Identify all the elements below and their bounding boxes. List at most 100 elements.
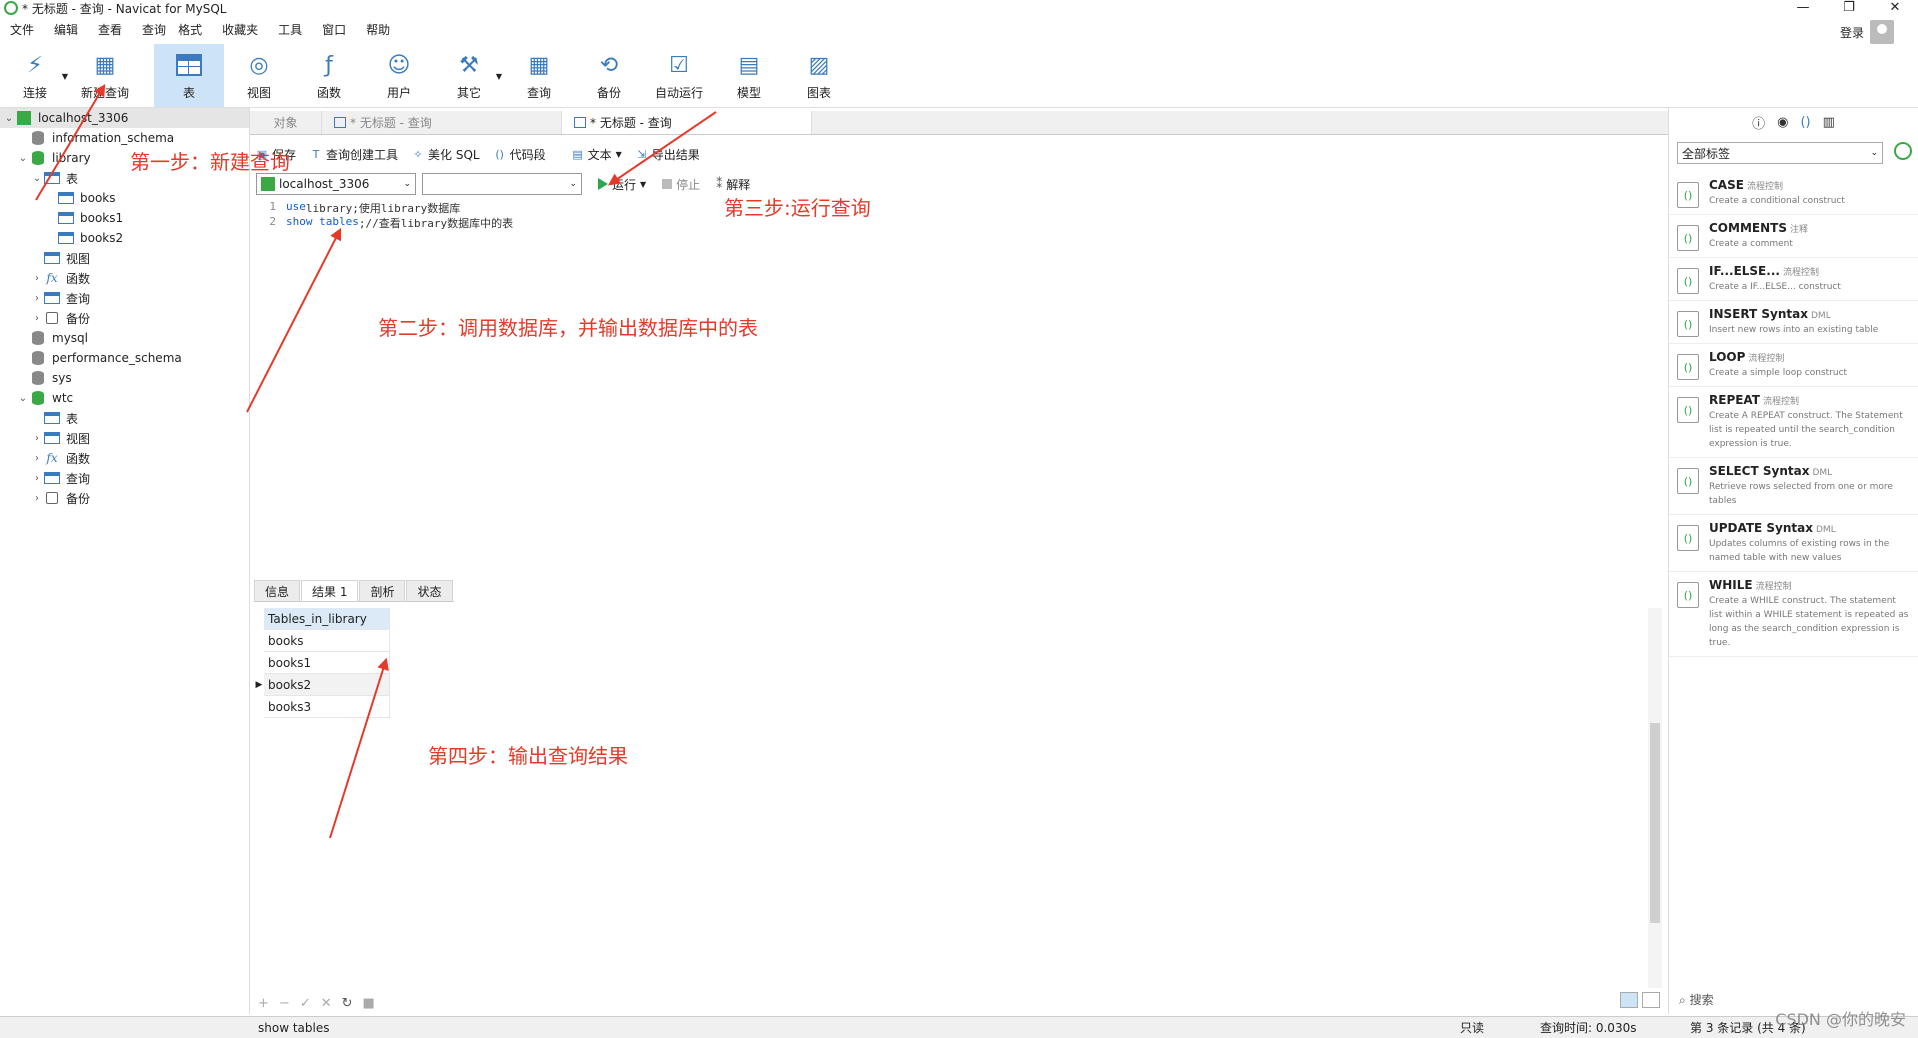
menu-file[interactable]: 文件: [0, 21, 44, 38]
snippet-item[interactable]: () REPEAT 流程控制 Create A REPEAT construct. T…: [1669, 387, 1918, 458]
snippet-item[interactable]: () INSERT Syntax DML Insert new rows into a…: [1669, 301, 1918, 344]
toolbar-automation-button[interactable]: ☑ 自动运行: [644, 44, 714, 107]
tree-item[interactable]: 表: [0, 408, 249, 428]
chevron-down-icon[interactable]: ⌄: [30, 173, 44, 184]
chevron-right-icon[interactable]: ›: [30, 453, 44, 464]
close-button[interactable]: ✕: [1872, 0, 1918, 16]
column-header[interactable]: Tables_in_library: [264, 608, 390, 630]
menu-edit[interactable]: 编辑: [44, 21, 88, 38]
sql-editor[interactable]: 1 use library;使用library数据库 2 show tables…: [250, 200, 1668, 574]
menu-tools[interactable]: 工具: [268, 21, 312, 38]
tree-item[interactable]: books2: [0, 228, 249, 248]
tag-filter-select[interactable]: 全部标签 ⌄: [1677, 142, 1883, 164]
snippet-search[interactable]: ⌕ 搜索: [1679, 991, 1714, 1008]
menu-format[interactable]: 格式: [168, 21, 212, 38]
chevron-down-icon[interactable]: ⌄: [16, 393, 30, 404]
add-record-icon[interactable]: +: [258, 996, 269, 1011]
add-snippet-icon[interactable]: [1894, 142, 1912, 160]
tab-status[interactable]: 状态: [406, 580, 453, 601]
table-row[interactable]: books3: [254, 696, 1654, 718]
connection-select[interactable]: localhost_3306 ⌄: [256, 173, 416, 195]
code-snippet-button[interactable]: () 代码段: [494, 146, 545, 163]
snippet-item[interactable]: () CASE 流程控制 Create a conditional construct: [1669, 172, 1918, 215]
grid-cell[interactable]: books1: [264, 652, 390, 674]
chevron-right-icon[interactable]: ›: [30, 293, 44, 304]
form-view-icon[interactable]: [1642, 992, 1660, 1008]
toolbar-model-button[interactable]: ▤ 模型: [714, 44, 784, 107]
chevron-right-icon[interactable]: ›: [30, 433, 44, 444]
tree-item[interactable]: › 备份: [0, 308, 249, 328]
query-builder-button[interactable]: T 查询创建工具: [310, 146, 398, 163]
chevron-down-icon[interactable]: ▼: [496, 72, 502, 81]
tab-info[interactable]: 信息: [254, 580, 301, 601]
snippet-item[interactable]: () COMMENTS 注释 Create a comment: [1669, 215, 1918, 258]
avatar[interactable]: [1870, 20, 1894, 44]
chevron-right-icon[interactable]: ›: [30, 493, 44, 504]
toolbar-new-query-button[interactable]: ▦ 新建查询: [70, 44, 140, 107]
login-area[interactable]: 登录: [1840, 20, 1894, 44]
tree-item[interactable]: › fx 函数: [0, 268, 249, 288]
table-row[interactable]: books: [254, 630, 1654, 652]
tree-item[interactable]: performance_schema: [0, 348, 249, 368]
table-row[interactable]: books1: [254, 652, 1654, 674]
toolbar-tools-button[interactable]: ⚒ 其它 ▼: [434, 44, 504, 107]
info-icon[interactable]: ⓘ: [1752, 113, 1765, 132]
chevron-down-icon[interactable]: ▼: [62, 72, 68, 81]
chevron-down-icon[interactable]: ⌄: [2, 113, 16, 124]
grid-icon[interactable]: ▥: [1823, 115, 1835, 130]
tree-item[interactable]: › 查询: [0, 468, 249, 488]
toolbar-function-button[interactable]: ƒ 函数: [294, 44, 364, 107]
explain-button[interactable]: ⁑ 解释: [716, 176, 750, 193]
tree-item[interactable]: › 视图: [0, 428, 249, 448]
grid-vertical-scrollbar[interactable]: [1648, 608, 1662, 988]
menu-help[interactable]: 帮助: [356, 21, 400, 38]
toolbar-table-button[interactable]: 表: [154, 44, 224, 107]
restore-button[interactable]: ❐: [1826, 0, 1872, 16]
toolbar-plug-button[interactable]: ⚡ 连接 ▼: [0, 44, 70, 107]
text-button[interactable]: ▤ 文本 ▼: [572, 146, 621, 163]
tree-item[interactable]: › 查询: [0, 288, 249, 308]
grid-cell[interactable]: books2: [264, 674, 390, 696]
toolbar-chart-button[interactable]: ▨ 图表: [784, 44, 854, 107]
tab-result-1[interactable]: 结果 1: [301, 580, 359, 601]
tree-item[interactable]: ⌄ localhost_3306: [0, 108, 249, 128]
snippet-item[interactable]: () IF...ELSE... 流程控制 Create a IF...ELSE... …: [1669, 258, 1918, 301]
snippet-item[interactable]: () SELECT Syntax DML Retrieve rows selected…: [1669, 458, 1918, 515]
snippet-item[interactable]: () WHILE 流程控制 Create a WHILE construct. The…: [1669, 572, 1918, 657]
tab-query-2[interactable]: * 无标题 - 查询: [562, 111, 812, 134]
tree-item[interactable]: information_schema: [0, 128, 249, 148]
toolbar-backup-button[interactable]: ⟲ 备份: [574, 44, 644, 107]
beautify-sql-button[interactable]: ✧ 美化 SQL: [412, 146, 479, 163]
toolbar-view-button[interactable]: ◎ 视图: [224, 44, 294, 107]
toolbar-query-button[interactable]: ▦ 查询: [504, 44, 574, 107]
tree-item[interactable]: ⌄ wtc: [0, 388, 249, 408]
tree-item[interactable]: 视图: [0, 248, 249, 268]
toolbar-user-button[interactable]: ☺ 用户: [364, 44, 434, 107]
chevron-right-icon[interactable]: ›: [30, 313, 44, 324]
tab-query-1[interactable]: * 无标题 - 查询: [322, 111, 562, 134]
delete-record-icon[interactable]: −: [279, 996, 290, 1011]
snippet-item[interactable]: () LOOP 流程控制 Create a simple loop construct: [1669, 344, 1918, 387]
snippet-item[interactable]: () UPDATE Syntax DML Updates columns of exi…: [1669, 515, 1918, 572]
tree-item[interactable]: books: [0, 188, 249, 208]
tree-item[interactable]: books1: [0, 208, 249, 228]
tab-objects[interactable]: 对象: [250, 111, 322, 134]
chevron-right-icon[interactable]: ›: [30, 473, 44, 484]
grid-cell[interactable]: books: [264, 630, 390, 652]
menu-view[interactable]: 查看: [88, 21, 132, 38]
refresh-icon[interactable]: ↻: [342, 996, 353, 1011]
menu-window[interactable]: 窗口: [312, 21, 356, 38]
database-select[interactable]: ⌄: [422, 173, 582, 195]
grid-cell[interactable]: books3: [264, 696, 390, 718]
preview-icon[interactable]: ◉: [1777, 115, 1788, 130]
stop-icon[interactable]: ■: [363, 996, 375, 1011]
tree-item[interactable]: › fx 函数: [0, 448, 249, 468]
grid-view-icon[interactable]: [1620, 992, 1638, 1008]
tree-item[interactable]: › 备份: [0, 488, 249, 508]
chevron-right-icon[interactable]: ›: [30, 273, 44, 284]
chevron-down-icon[interactable]: ⌄: [16, 153, 30, 164]
stop-button[interactable]: 停止: [662, 176, 700, 193]
menu-favorites[interactable]: 收藏夹: [212, 21, 268, 38]
tree-item[interactable]: sys: [0, 368, 249, 388]
code-icon[interactable]: (): [1800, 115, 1810, 130]
